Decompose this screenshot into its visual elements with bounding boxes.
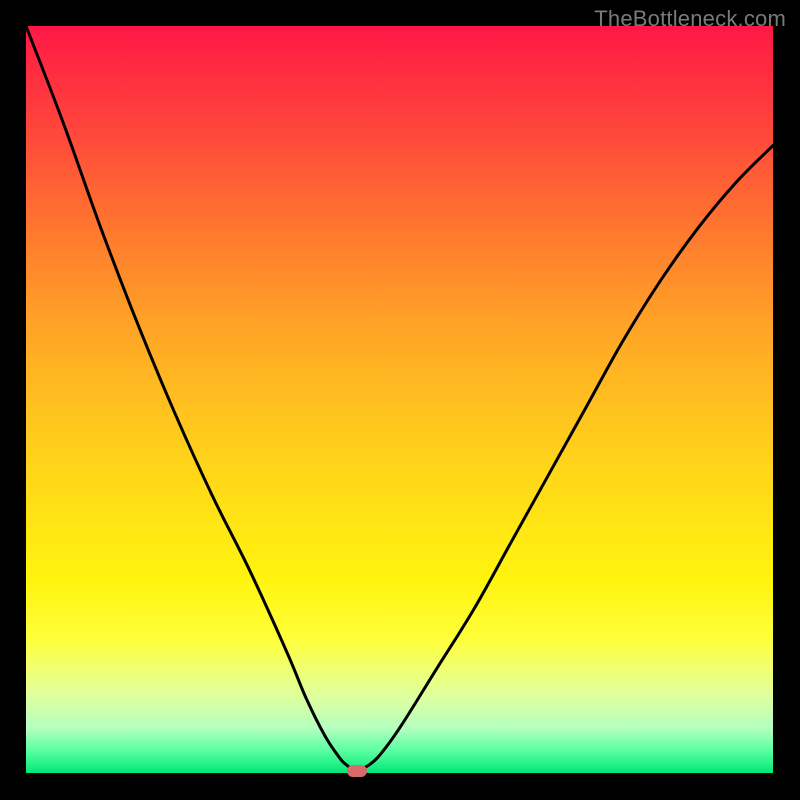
minimum-marker: [347, 765, 367, 777]
watermark-text: TheBottleneck.com: [594, 6, 786, 32]
plot-area: [26, 26, 773, 773]
curve-layer: [26, 26, 773, 773]
chart-stage: TheBottleneck.com: [0, 0, 800, 800]
bottleneck-curve: [26, 26, 773, 773]
